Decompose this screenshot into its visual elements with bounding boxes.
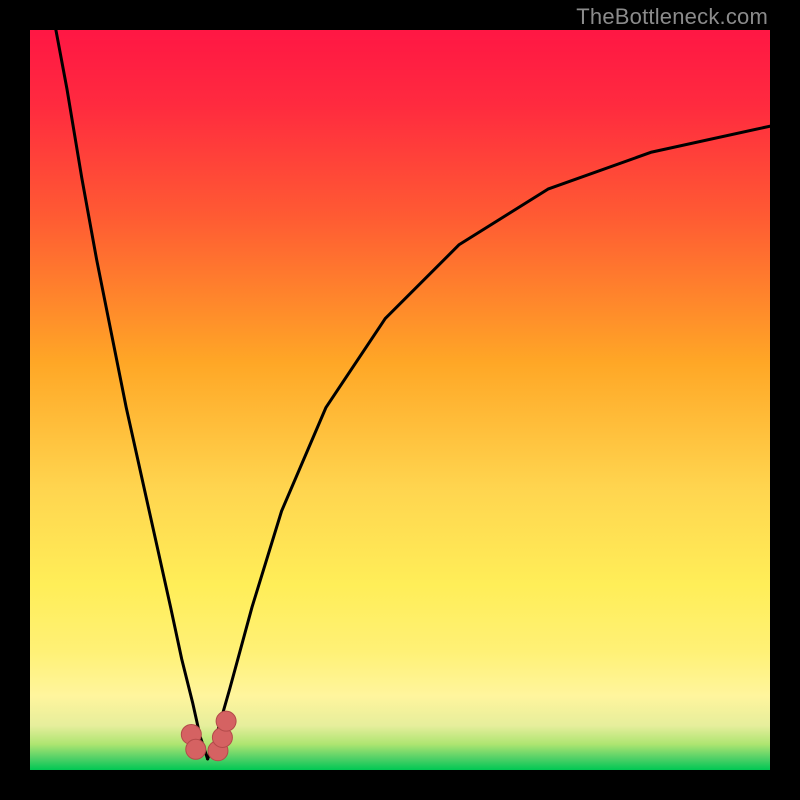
watermark-text: TheBottleneck.com [576, 4, 768, 30]
bottleneck-marker [186, 739, 206, 759]
bottleneck-plot [30, 30, 770, 770]
gradient-background [30, 30, 770, 770]
plot-frame [30, 30, 770, 770]
bottleneck-marker [216, 711, 236, 731]
